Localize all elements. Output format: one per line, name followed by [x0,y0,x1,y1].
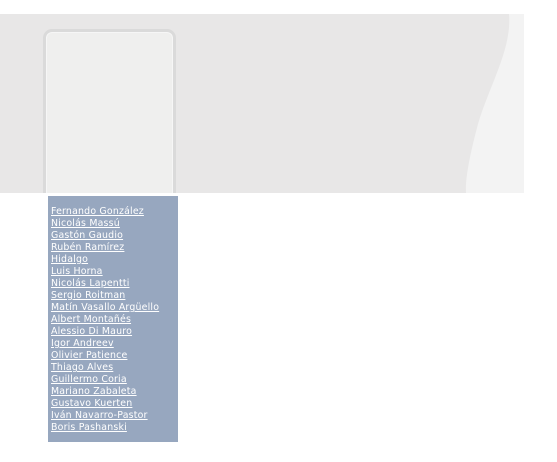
player-link[interactable]: Rubén Ramírez [51,242,178,254]
player-link[interactable]: Nicolás Massú [51,218,178,230]
player-link[interactable]: Luis Horna [51,266,178,278]
page: Fernando González Nicolás Massú Gastón G… [0,0,557,462]
player-link[interactable]: Iván Navarro-Pastor [51,410,178,422]
banner-swoosh-shape [465,14,524,193]
player-link[interactable]: Albert Montañés [51,314,178,326]
player-link[interactable]: Alessio Di Mauro [51,326,178,338]
player-link[interactable]: Thiago Alves [51,362,178,374]
player-link[interactable]: Fernando González [51,206,178,218]
player-link[interactable]: Mariano Zabaleta [51,386,178,398]
player-link[interactable]: Gustavo Kuerten [51,398,178,410]
player-link[interactable]: Gastón Gaudio [51,230,178,242]
player-photo-frame [43,29,176,193]
player-link[interactable]: Guillermo Coria [51,374,178,386]
player-link[interactable]: Matín Vasallo Argüello [51,302,178,314]
player-link[interactable]: Boris Pashanski [51,422,178,434]
player-link[interactable]: Olivier Patience [51,350,178,362]
player-link[interactable]: Sergio Roitman [51,290,178,302]
header-banner [0,14,524,193]
player-link[interactable]: Igor Andreev [51,338,178,350]
player-list: Fernando González Nicolás Massú Gastón G… [48,196,178,442]
player-link[interactable]: Nicolás Lapentti [51,278,178,290]
player-link[interactable]: Hidalgo [51,254,178,266]
